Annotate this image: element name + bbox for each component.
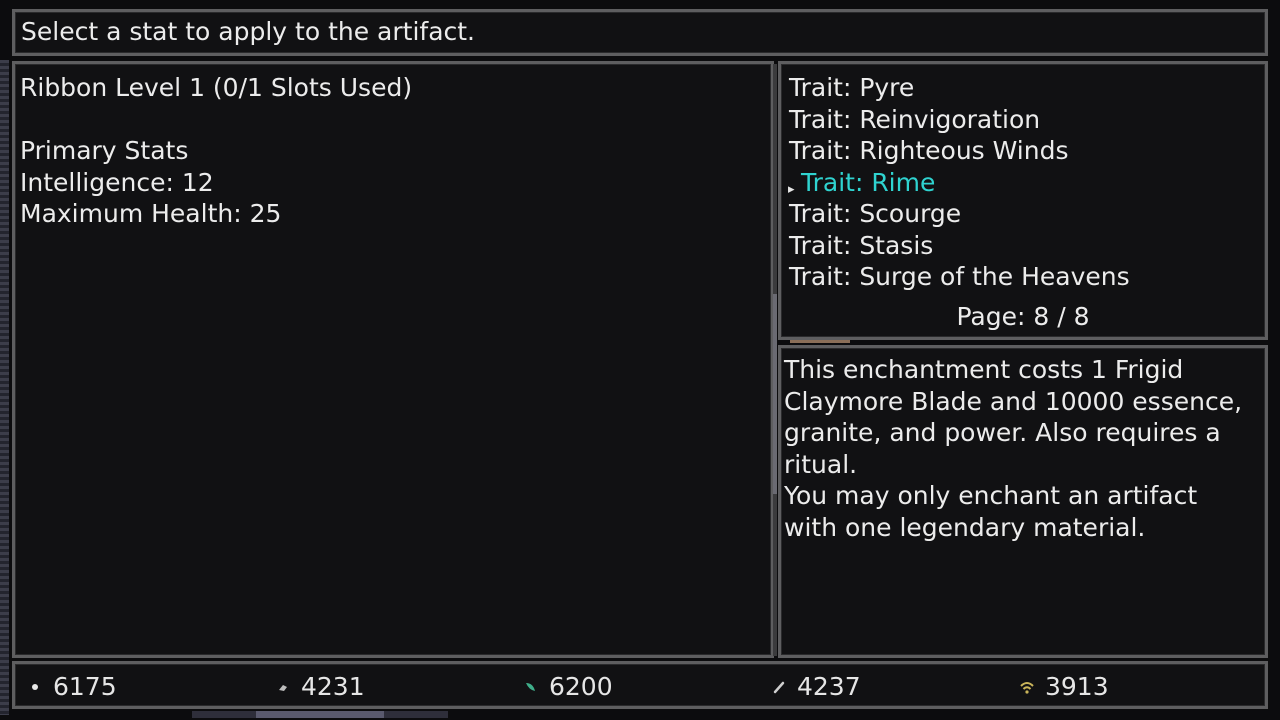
resource-granite: 4231	[273, 671, 365, 702]
resource-value: 6200	[549, 672, 613, 701]
prompt-text: Select a stat to apply to the artifact.	[21, 17, 476, 46]
essence-orb-icon	[32, 683, 38, 690]
prompt-bar: Select a stat to apply to the artifact.	[12, 9, 1268, 56]
resource-value: 3913	[1045, 672, 1109, 701]
trait-item-rime-selected[interactable]: ▸ Trait: Rime	[785, 167, 1261, 199]
stats-scrollbar-track[interactable]	[773, 64, 777, 656]
trait-item-pyre[interactable]: Trait: Pyre	[785, 72, 1261, 104]
trait-item-righteous-winds[interactable]: Trait: Righteous Winds	[785, 135, 1261, 167]
resource-value: 4237	[797, 672, 861, 701]
stats-scrollbar-thumb[interactable]	[773, 294, 777, 494]
resource-leaf: 6200	[521, 671, 613, 702]
stat-line: Intelligence: 12	[20, 167, 214, 197]
edge-decoration	[0, 60, 9, 715]
resource-essence: 6175	[25, 671, 117, 702]
bottom-scrollbar-track[interactable]	[192, 711, 448, 718]
resource-bar: 6175 4231 6200 4237 3913	[12, 661, 1268, 709]
resource-value: 6175	[53, 672, 117, 701]
leaf-icon	[526, 682, 535, 691]
trait-list-panel: Trait: Pyre Trait: Reinvigoration Trait:…	[778, 61, 1268, 340]
resource-feather: 4237	[769, 671, 861, 702]
trait-item-reinvigoration[interactable]: Trait: Reinvigoration	[785, 104, 1261, 136]
artifact-stats-panel: Ribbon Level 1 (0/1 Slots Used) Primary …	[12, 61, 774, 658]
resource-power: 3913	[1017, 671, 1109, 702]
feather-icon	[773, 681, 785, 693]
artifact-header: Ribbon Level 1 (0/1 Slots Used)	[20, 73, 413, 102]
resource-value: 4231	[301, 672, 365, 701]
trait-item-scourge[interactable]: Trait: Scourge	[785, 198, 1261, 230]
enchantment-description: This enchantment costs 1 Frigid Claymore…	[784, 355, 1243, 542]
bottom-scrollbar-thumb[interactable]	[256, 711, 384, 718]
wifi-arc-icon	[1020, 681, 1034, 694]
enchantment-description-panel: This enchantment costs 1 Frigid Claymore…	[778, 345, 1268, 658]
trait-item-surge-of-the-heavens[interactable]: Trait: Surge of the Heavens	[785, 261, 1261, 293]
granite-shard-icon	[279, 684, 287, 691]
trait-panel-divider-accent	[790, 340, 850, 343]
trait-item-stasis[interactable]: Trait: Stasis	[785, 230, 1261, 262]
page-indicator: Page: 8 / 8	[956, 301, 1090, 331]
stat-line: Maximum Health: 25	[20, 199, 282, 228]
primary-stats-label: Primary Stats	[20, 136, 189, 165]
game-screen: Select a stat to apply to the artifact. …	[0, 0, 1280, 720]
trait-item-label: Trait: Rime	[801, 167, 936, 197]
